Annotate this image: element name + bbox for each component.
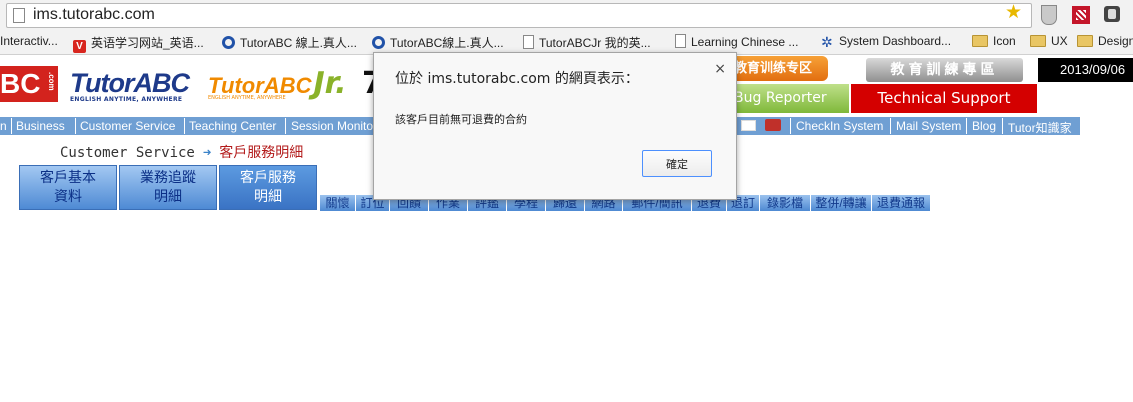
nav-item-teaching-center[interactable]: Teaching Center xyxy=(189,119,276,133)
subtab-sales-tracking[interactable]: 業務追蹤 明細 xyxy=(119,165,217,210)
tutorabc-jr-logo[interactable]: TutorABCJr. ENGLISH ANYTIME, ANYWHERE xyxy=(208,66,347,101)
bookmark-label: TutorABCJr 我的英... xyxy=(539,36,651,50)
bookmark-item[interactable]: UX xyxy=(1030,34,1068,48)
ok-button[interactable]: 確定 xyxy=(642,150,712,177)
nav-item-business[interactable]: Business xyxy=(16,119,65,133)
bookmark-item[interactable]: TutorABC 線上.真人... xyxy=(222,34,357,51)
red-extension-icon[interactable] xyxy=(1072,6,1090,24)
abc-logo-text: BC xyxy=(0,68,41,99)
subtab-line1: 客戶服務 xyxy=(240,170,296,186)
address-field[interactable]: ims.tutorabc.com xyxy=(6,3,1032,28)
v-site-icon: V xyxy=(73,40,86,53)
nav-item-session-monitor[interactable]: Session Monito xyxy=(291,119,373,133)
bookmark-label: System Dashboard... xyxy=(839,34,952,48)
bookmark-item[interactable]: Interactiv... xyxy=(0,34,58,48)
nav-item-customer-service[interactable]: Customer Service xyxy=(80,119,175,133)
breadcrumb: Customer Service ➜ 客戶服務明細 xyxy=(60,142,303,162)
tutorabc-logo-text: TutorABC xyxy=(70,68,190,98)
page-icon xyxy=(675,34,686,48)
current-date: 2013/09/06 xyxy=(1038,58,1133,82)
detail-tab[interactable]: 關懷 xyxy=(320,195,356,211)
nav-separator xyxy=(1002,118,1003,134)
bookmark-label: TutorABC線上.真人... xyxy=(390,36,504,50)
page-icon xyxy=(13,8,25,23)
nav-separator xyxy=(184,118,185,134)
tutorabc-tagline: ENGLISH ANYTIME, ANYWHERE xyxy=(70,96,183,103)
nav-separator xyxy=(790,118,791,134)
subtab-customer-service-detail[interactable]: 客戶服務 明細 xyxy=(219,165,317,210)
bookmark-label: UX xyxy=(1051,34,1068,48)
bookmark-label: Design xyxy=(1098,34,1133,48)
nav-item-mail-system[interactable]: Mail System xyxy=(896,119,961,133)
detail-tab[interactable]: 整併/轉讓 xyxy=(811,195,872,211)
dialog-title: 位於 ims.tutorabc.com 的網頁表示： xyxy=(395,71,639,87)
bookmark-item[interactable]: V 英语学习网站_英语... xyxy=(73,34,204,53)
subtab-line2: 明細 xyxy=(154,189,182,205)
page-icon xyxy=(523,35,534,49)
bookmark-item[interactable]: TutorABCJr 我的英... xyxy=(523,34,651,51)
subtab-line1: 客戶基本 xyxy=(40,170,96,186)
bookmark-label: Learning Chinese ... xyxy=(691,35,799,49)
bookmark-item[interactable]: Icon xyxy=(972,34,1016,48)
abc-logo[interactable]: BC .com xyxy=(0,66,58,102)
dialog-message: 該客戶目前無可退費的合約 xyxy=(395,113,527,126)
bookmark-item[interactable]: Design xyxy=(1077,34,1133,48)
jr-logo-suffix: Jr. xyxy=(313,66,347,101)
nav-separator xyxy=(966,118,967,134)
nav-item-checkin-system[interactable]: CheckIn System xyxy=(796,119,883,133)
folder-icon xyxy=(1077,35,1093,47)
breadcrumb-section[interactable]: Customer Service xyxy=(60,145,195,161)
nav-separator xyxy=(75,118,76,134)
abc-logo-dotcom: .com xyxy=(47,72,56,91)
edu-zone-button[interactable]: 教育训练专区 xyxy=(728,56,828,81)
evernote-extension-icon[interactable] xyxy=(1104,6,1120,22)
subtab-line2: 明細 xyxy=(254,189,282,205)
bookmark-label: TutorABC 線上.真人... xyxy=(240,36,357,50)
alert-dialog: 位於 ims.tutorabc.com 的網頁表示： × 該客戶目前無可退費的合… xyxy=(373,52,737,200)
bookmark-item[interactable]: ✲ System Dashboard... xyxy=(821,34,952,50)
nav-separator xyxy=(11,118,12,134)
bookmark-star-icon[interactable]: ★ xyxy=(1005,1,1022,23)
nav-separator xyxy=(285,118,286,134)
shield-extension-icon[interactable] xyxy=(1041,5,1057,25)
breadcrumb-arrow-icon: ➜ xyxy=(202,145,212,161)
bug-reporter-button[interactable]: Bug Reporter xyxy=(728,84,849,113)
bookmark-label: 英语学习网站_英语... xyxy=(91,36,204,50)
mail-icon[interactable] xyxy=(741,120,756,131)
folder-icon xyxy=(972,35,988,47)
nav-separator xyxy=(890,118,891,134)
close-icon[interactable]: × xyxy=(714,61,726,77)
nav-item-blog[interactable]: Blog xyxy=(972,119,996,133)
o-site-icon xyxy=(372,36,385,49)
detail-tab[interactable]: 錄影檔 xyxy=(760,195,811,211)
bookmark-label: Icon xyxy=(993,34,1016,48)
subtab-line1: 業務追蹤 xyxy=(140,170,196,186)
training-zone-button[interactable]: 教育訓練專區 xyxy=(866,58,1023,82)
message-icon[interactable] xyxy=(765,119,781,131)
o-site-icon xyxy=(222,36,235,49)
detail-tab[interactable]: 退費通報 xyxy=(872,195,931,211)
breadcrumb-current: 客戶服務明細 xyxy=(219,145,304,161)
nav-item-tutor-knowledge[interactable]: Tutor知識家 xyxy=(1008,119,1072,135)
browser-address-bar-area: ims.tutorabc.com ★ xyxy=(0,0,1133,30)
tutorabc-logo[interactable]: TutorABC ENGLISH ANYTIME, ANYWHERE xyxy=(70,68,190,103)
bookmark-item[interactable]: TutorABC線上.真人... xyxy=(372,34,504,51)
bookmark-item[interactable]: Learning Chinese ... xyxy=(675,34,798,49)
bookmark-label: Interactiv... xyxy=(0,34,58,48)
address-url[interactable]: ims.tutorabc.com xyxy=(33,6,155,24)
dashboard-icon: ✲ xyxy=(821,34,833,50)
technical-support-button[interactable]: Technical Support xyxy=(851,84,1037,113)
nav-item-partial[interactable]: n xyxy=(0,119,7,133)
subtab-line2: 資料 xyxy=(54,189,82,205)
folder-icon xyxy=(1030,35,1046,47)
subtab-customer-basic-info[interactable]: 客戶基本 資料 xyxy=(19,165,117,210)
